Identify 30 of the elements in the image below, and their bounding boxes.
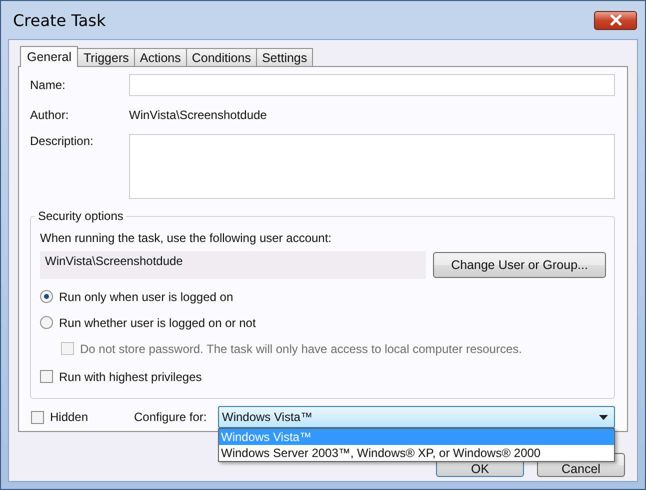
window-title: Create Task: [13, 10, 106, 30]
close-button[interactable]: [594, 10, 637, 30]
checkbox[interactable]: [31, 410, 44, 424]
radio-button[interactable]: [40, 290, 53, 303]
name-field[interactable]: [129, 74, 615, 96]
tab[interactable]: Actions: [134, 48, 187, 66]
radio-button[interactable]: [40, 316, 53, 329]
option-label: Do not store password. The task will only have access to local computer resources.: [80, 342, 522, 356]
field-label: Author:: [30, 108, 70, 122]
tab[interactable]: Triggers: [77, 48, 135, 66]
change-user-button[interactable]: Change User or Group...: [433, 252, 606, 278]
group-title: Security options: [35, 209, 126, 223]
account-value: WinVista\Screenshotdude: [40, 251, 426, 279]
tab[interactable]: Conditions: [186, 48, 257, 66]
close-icon: [608, 14, 622, 26]
description-field[interactable]: [129, 134, 615, 199]
option-label: Hidden: [50, 410, 90, 424]
checkbox[interactable]: [40, 370, 53, 383]
field-label: Description:: [30, 134, 94, 148]
option-label: Run with highest privileges: [59, 370, 202, 384]
author-value: WinVista\Screenshotdude: [129, 107, 267, 124]
dropdown-arrow-icon: [599, 414, 608, 420]
account-prompt: When running the task, use the following user account:: [40, 231, 333, 245]
field-label: Configure for:: [134, 410, 208, 424]
field-label: Name:: [30, 78, 66, 92]
tab[interactable]: General: [20, 46, 78, 67]
option-label: Run only when user is logged on: [59, 290, 234, 304]
tab[interactable]: Settings: [256, 48, 314, 66]
option-label: Run whether user is logged on or not: [59, 316, 256, 330]
configure-dropdown[interactable]: Windows Vista™: [218, 406, 615, 428]
